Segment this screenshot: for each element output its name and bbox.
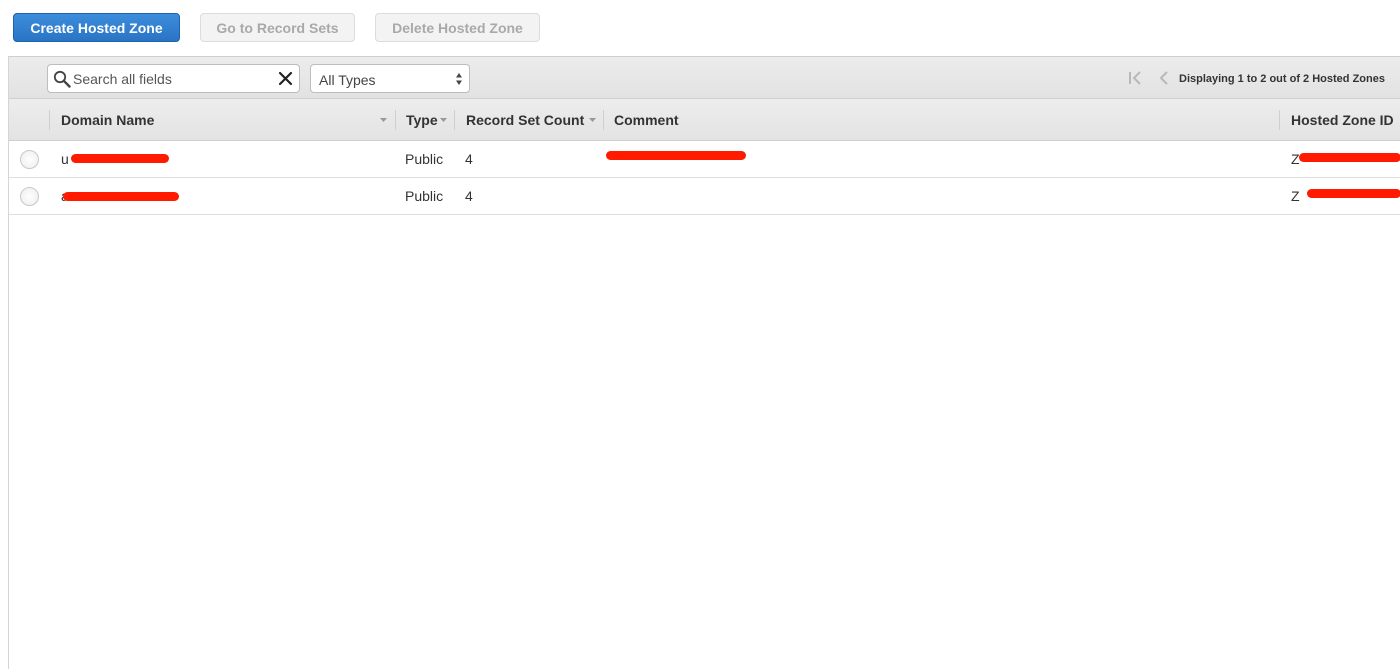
column-header-record-set-count[interactable]: Record Set Count: [466, 99, 591, 141]
first-page-icon[interactable]: [1127, 70, 1143, 86]
type-cell: Public: [405, 151, 444, 167]
column-header-label: Hosted Zone ID: [1291, 112, 1394, 128]
toolbar: Create Hosted Zone Go to Record Sets Del…: [0, 0, 1400, 56]
record-set-count-cell: 4: [465, 151, 473, 167]
type-filter-select[interactable]: All Types: [310, 64, 470, 93]
pagination-status: Displaying 1 to 2 out of 2 Hosted Zones: [1179, 73, 1385, 85]
table-row[interactable]: a Public 4 Z: [9, 178, 1400, 215]
hosted-zones-panel: All Types Displaying 1 to 2 out of 2 Hos…: [8, 56, 1400, 669]
table-row[interactable]: u Public 4 Z: [9, 141, 1400, 178]
close-icon[interactable]: [277, 70, 294, 87]
column-header-label: Type: [406, 112, 438, 128]
create-hosted-zone-button[interactable]: Create Hosted Zone: [13, 13, 180, 42]
redaction-mark: [1299, 153, 1400, 162]
column-header-label: Comment: [614, 112, 679, 128]
sort-down-icon[interactable]: [589, 118, 596, 122]
column-separator: [49, 110, 50, 130]
type-filter-value: All Types: [319, 72, 376, 88]
sort-down-icon[interactable]: [440, 118, 447, 122]
redaction-mark: [606, 151, 746, 160]
delete-hosted-zone-button[interactable]: Delete Hosted Zone: [375, 13, 540, 42]
column-separator: [454, 110, 455, 130]
column-separator: [603, 110, 604, 130]
search-input[interactable]: [73, 68, 273, 89]
type-cell: Public: [405, 188, 444, 204]
column-header-hosted-zone-id[interactable]: Hosted Zone ID: [1291, 99, 1400, 141]
search-box[interactable]: [47, 64, 300, 93]
prev-page-icon[interactable]: [1157, 70, 1171, 86]
table-header: Domain Name Type Record Set Count Commen…: [9, 99, 1400, 141]
filter-bar: All Types Displaying 1 to 2 out of 2 Hos…: [9, 57, 1400, 99]
row-select-radio[interactable]: [20, 187, 39, 206]
redaction-mark: [71, 154, 169, 163]
column-header-comment[interactable]: Comment: [614, 99, 914, 141]
sort-down-icon[interactable]: [380, 118, 387, 122]
redaction-mark: [63, 192, 179, 201]
record-set-count-cell: 4: [465, 188, 473, 204]
redaction-mark: [1307, 189, 1400, 198]
search-icon: [53, 70, 71, 88]
column-header-label: Domain Name: [61, 112, 155, 128]
row-select-radio[interactable]: [20, 150, 39, 169]
column-header-domain-name[interactable]: Domain Name: [61, 99, 391, 141]
column-separator: [1279, 110, 1280, 130]
column-separator: [395, 110, 396, 130]
go-to-record-sets-button[interactable]: Go to Record Sets: [200, 13, 355, 42]
select-arrows-icon: [456, 73, 462, 85]
column-header-label: Record Set Count: [466, 112, 585, 128]
